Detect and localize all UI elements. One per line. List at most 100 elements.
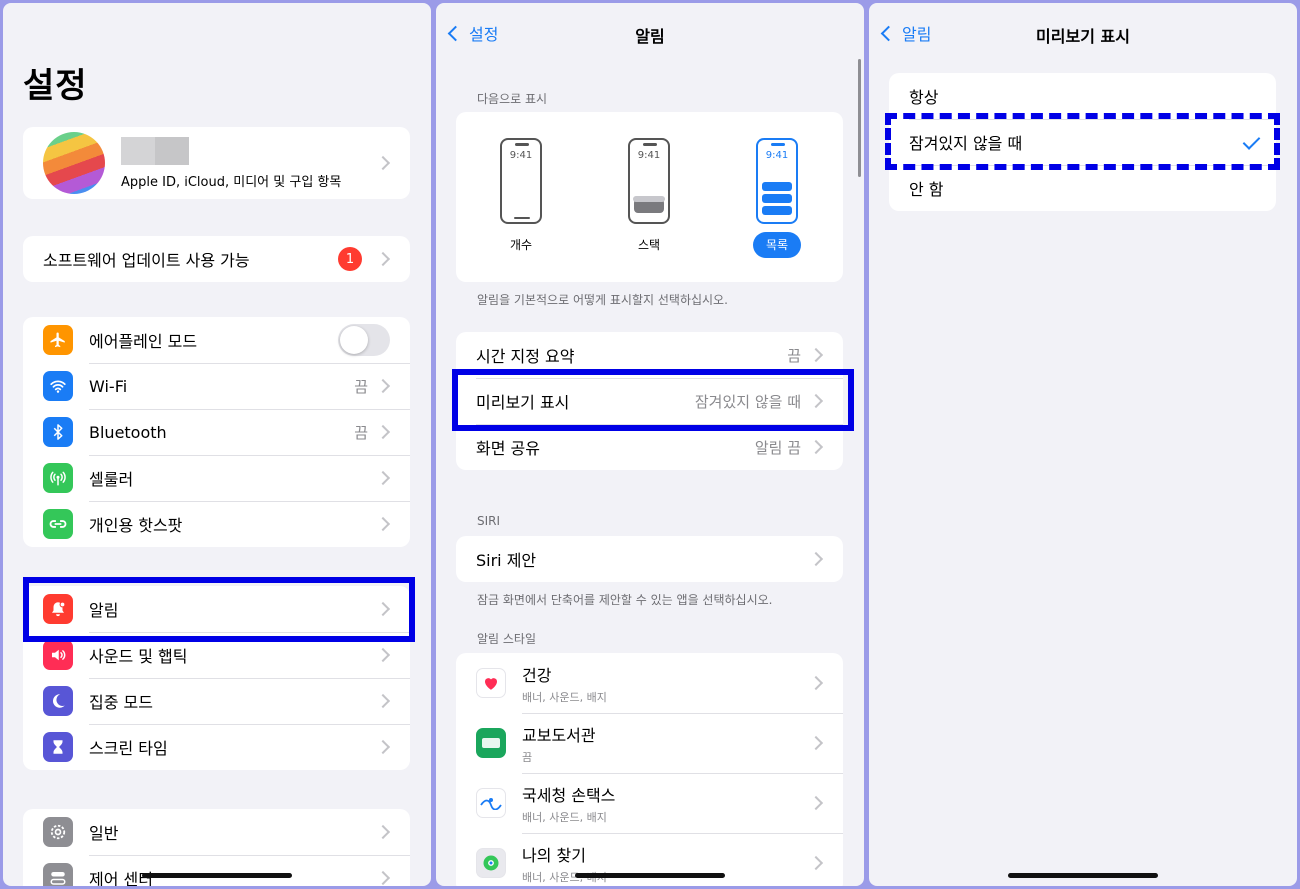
chevron-right-icon [375,424,391,440]
app-list: 건강 배너, 사운드, 배지 교보도서관 끔 국세청 손택스 배너, 사운드, … [456,653,843,886]
app-row-find-my[interactable]: 나의 찾기 배너, 사운드, 배지 [456,833,843,886]
option-label: 항상 [909,88,939,107]
app-row-health[interactable]: 건강 배너, 사운드, 배지 [456,653,843,713]
phone-time: 9:41 [509,150,533,161]
cellular-label: 셀룰러 [89,470,134,489]
hometax-icon [476,788,506,818]
show-previews-panel: 알림 미리보기 표시 항상 잠겨있지 않을 때 안 함 [869,3,1297,886]
phone-time: 9:41 [765,150,789,161]
phone-notch [771,143,785,146]
hourglass-icon [43,732,73,762]
chevron-right-icon [375,378,391,394]
screen-time-row[interactable]: 스크린 타임 [23,724,410,770]
cellular-icon [43,463,73,493]
option-label: 안 함 [909,180,944,199]
app-name: 국세청 손택스 [522,785,616,805]
software-update-row[interactable]: 소프트웨어 업데이트 사용 가능 1 [23,236,410,282]
navigation-bar: 설정 알림 [436,21,864,49]
navigation-bar: 알림 미리보기 표시 [869,21,1297,49]
section-footer-siri: 잠금 화면에서 단축어를 제안할 수 있는 앱을 선택하십시오. [477,593,773,607]
speaker-icon [43,640,73,670]
phone-notch [515,143,529,146]
bluetooth-row[interactable]: Bluetooth 끔 [23,409,410,455]
scrollbar[interactable] [858,59,861,177]
list-notification-block [762,194,792,203]
display-style-picker: 9:41 개수 9:41 스택 9:41 목록 [456,112,843,282]
screen-sharing-value: 알림 끔 [754,438,801,457]
chevron-right-icon [808,735,824,751]
app-notification-style: 끔 [522,750,533,764]
phone-list-preview: 9:41 [756,138,798,224]
style-label-count: 개수 [509,238,533,252]
chevron-right-icon [375,693,391,709]
screen-sharing-label: 화면 공유 [476,439,540,458]
moon-icon [43,686,73,716]
general-row[interactable]: 일반 [23,809,410,855]
chevron-right-icon [375,516,391,532]
list-notification-block [762,182,792,191]
avatar [43,132,105,194]
profile-name-redacted [121,136,189,165]
screen-time-label: 스크린 타임 [89,739,168,758]
find-my-icon [476,848,506,878]
focus-row[interactable]: 집중 모드 [23,678,410,724]
settings-panel: 설정 Apple ID, iCloud, 미디어 및 구입 항목 소프트웨어 업… [3,3,431,886]
cellular-row[interactable]: 셀룰러 [23,455,410,501]
section-header-app-styles: 알림 스타일 [477,632,537,646]
airplane-mode-label: 에어플레인 모드 [89,332,198,351]
home-indicator [1008,873,1158,878]
wifi-row[interactable]: Wi-Fi 끔 [23,363,410,409]
control-center-row[interactable]: 제어 센터 [23,855,410,886]
section-header-siri: SIRI [477,514,501,528]
app-row-kyobo[interactable]: 교보도서관 끔 [456,713,843,773]
phone-time: 9:41 [637,150,661,161]
app-notification-style: 배너, 사운드, 배지 [522,810,607,824]
nav-title: 미리보기 표시 [1036,27,1130,46]
profile-subtitle: Apple ID, iCloud, 미디어 및 구입 항목 [121,174,342,190]
scheduled-summary-value: 끔 [787,346,801,365]
style-label-stack: 스택 [637,238,661,252]
stack-notification-block-back [633,196,665,202]
kyobo-library-icon-mark [482,738,500,748]
chevron-right-icon [808,675,824,691]
phone-count-preview: 9:41 [500,138,542,224]
wifi-icon [43,371,73,401]
chevron-right-icon [375,870,391,886]
chevron-right-icon [375,824,391,840]
chevron-right-icon [375,251,391,267]
section-header-display: 다음으로 표시 [477,92,548,106]
highlight-box-show-previews [452,369,854,431]
app-row-hometax[interactable]: 국세청 손택스 배너, 사운드, 배지 [456,773,843,833]
profile-card[interactable]: Apple ID, iCloud, 미디어 및 구입 항목 [23,127,410,199]
chevron-right-icon [808,795,824,811]
highlight-box-notifications [23,577,415,642]
switches-icon [43,863,73,886]
sound-haptics-label: 사운드 및 햅틱 [89,647,188,666]
software-update-group: 소프트웨어 업데이트 사용 가능 1 [23,236,410,282]
app-notification-style: 배너, 사운드, 배지 [522,690,607,704]
health-icon [476,668,506,698]
home-indicator [142,873,292,878]
scheduled-summary-label: 시간 지정 요약 [476,347,575,366]
chevron-right-icon [375,739,391,755]
option-never[interactable]: 안 함 [889,165,1276,211]
siri-suggestions-row[interactable]: Siri 제안 [456,536,843,582]
airplane-mode-row[interactable]: 에어플레인 모드 [23,317,410,363]
airplane-icon [43,325,73,355]
general-label: 일반 [89,824,119,843]
home-indicator [575,873,725,878]
phone-stack-preview: 9:41 [628,138,670,224]
airplane-mode-toggle[interactable] [338,324,390,356]
bluetooth-value: 끔 [354,423,368,442]
app-name: 교보도서관 [522,725,596,745]
chevron-right-icon [375,470,391,486]
chevron-right-icon [808,551,824,567]
wifi-value: 끔 [354,377,368,396]
chevron-right-icon [375,647,391,663]
hotspot-label: 개인용 핫스팟 [89,516,183,535]
phone-notch [643,143,657,146]
update-badge: 1 [338,247,362,271]
hotspot-row[interactable]: 개인용 핫스팟 [23,501,410,547]
software-update-label: 소프트웨어 업데이트 사용 가능 [43,251,250,270]
page-title: 설정 [23,66,88,106]
